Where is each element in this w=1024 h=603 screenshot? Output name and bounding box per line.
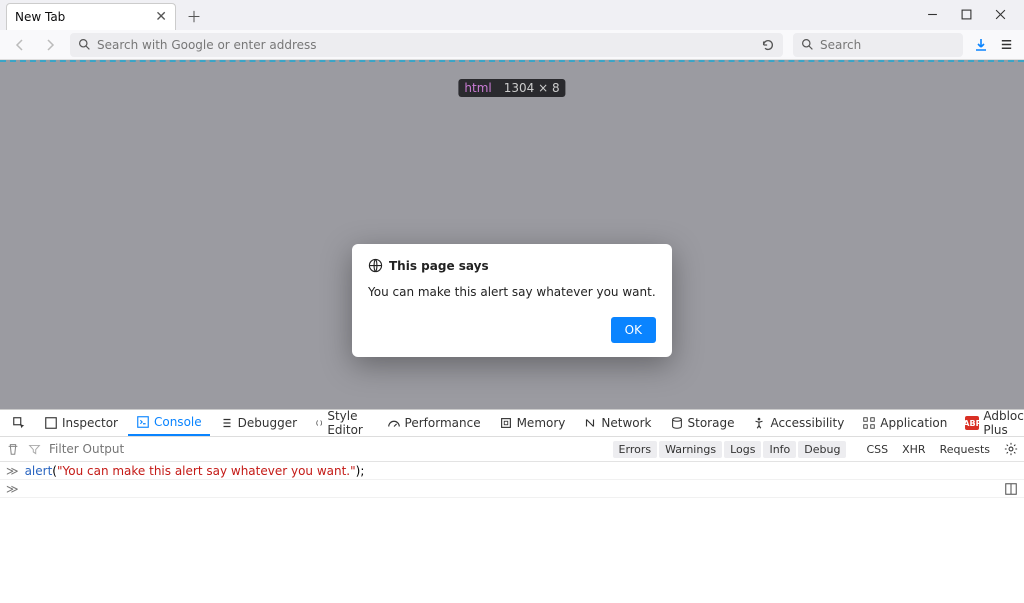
search-bar[interactable]: Search [793,33,963,57]
filter-output-input[interactable] [49,442,199,456]
new-tab-button[interactable]: ＋ [184,6,204,26]
chip-xhr[interactable]: XHR [896,441,931,458]
page-content: html 1304 × 8 This page says You can mak… [0,60,1024,409]
prompt-icon: ≫ [6,482,19,496]
search-icon [801,38,814,51]
console-fn: alert [25,464,53,478]
inspector-tooltip: html 1304 × 8 [458,79,565,97]
dialog-ok-button[interactable]: OK [611,317,656,343]
console-line[interactable]: ≫ alert("You can make this alert say wha… [0,462,1024,480]
reload-button[interactable] [761,38,775,52]
console-settings-icon[interactable] [1004,442,1018,456]
window-tab-strip: New Tab ✕ ＋ [0,0,1024,30]
tab-console[interactable]: Console [128,410,210,436]
chip-logs[interactable]: Logs [724,441,761,458]
console-input-line[interactable]: ≫ [0,480,1024,498]
tab-network[interactable]: Network [575,410,659,436]
funnel-icon [28,443,41,456]
tab-close-icon[interactable]: ✕ [155,9,167,25]
console-filter-bar: Errors Warnings Logs Info Debug CSS XHR … [0,437,1024,462]
dialog-title: This page says [389,259,489,273]
chip-info[interactable]: Info [763,441,796,458]
tab-debugger[interactable]: Debugger [212,410,305,436]
alert-dialog: This page says You can make this alert s… [352,244,672,357]
split-console-icon[interactable] [1004,482,1018,496]
chip-requests[interactable]: Requests [934,441,996,458]
dialog-message: You can make this alert say whatever you… [368,285,656,299]
clear-console-icon[interactable] [6,442,20,456]
chip-warnings[interactable]: Warnings [659,441,722,458]
tab-style-editor[interactable]: Style Editor [307,410,377,436]
url-bar[interactable]: Search with Google or enter address [70,33,783,57]
window-minimize-icon[interactable] [920,2,944,26]
devtools-panel: Inspector Console Debugger Style Editor … [0,409,1024,603]
navigation-toolbar: Search with Google or enter address Sear… [0,30,1024,60]
tooltip-dimensions: 1304 × 8 [498,79,566,97]
tooltip-tag: html [458,79,497,97]
tab-storage[interactable]: Storage [662,410,743,436]
window-close-icon[interactable] [988,2,1012,26]
tab-application[interactable]: Application [854,410,955,436]
search-icon [78,38,91,51]
tab-adblock-plus[interactable]: ABP Adblock Plus [957,410,1024,436]
tab-memory[interactable]: Memory [491,410,574,436]
search-placeholder: Search [820,38,861,52]
console-output: ≫ alert("You can make this alert say wha… [0,462,1024,498]
downloads-icon[interactable] [973,37,989,53]
tab-title: New Tab [15,10,149,24]
console-arg: "You can make this alert say whatever yo… [57,464,356,478]
globe-icon [368,258,383,273]
tab-accessibility[interactable]: Accessibility [744,410,852,436]
back-button[interactable] [10,35,30,55]
prompt-icon: ≫ [6,464,19,478]
abp-icon: ABP [965,416,979,430]
devtools-tabs: Inspector Console Debugger Style Editor … [0,410,1024,437]
tab-performance[interactable]: Performance [379,410,489,436]
url-placeholder: Search with Google or enter address [97,38,317,52]
devtools-pick-element[interactable] [4,410,34,436]
browser-tab[interactable]: New Tab ✕ [6,3,176,30]
app-menu-icon[interactable] [999,37,1014,52]
window-maximize-icon[interactable] [954,2,978,26]
tab-inspector[interactable]: Inspector [36,410,126,436]
forward-button[interactable] [40,35,60,55]
chip-css[interactable]: CSS [860,441,894,458]
chip-debug[interactable]: Debug [798,441,846,458]
chip-errors[interactable]: Errors [613,441,658,458]
